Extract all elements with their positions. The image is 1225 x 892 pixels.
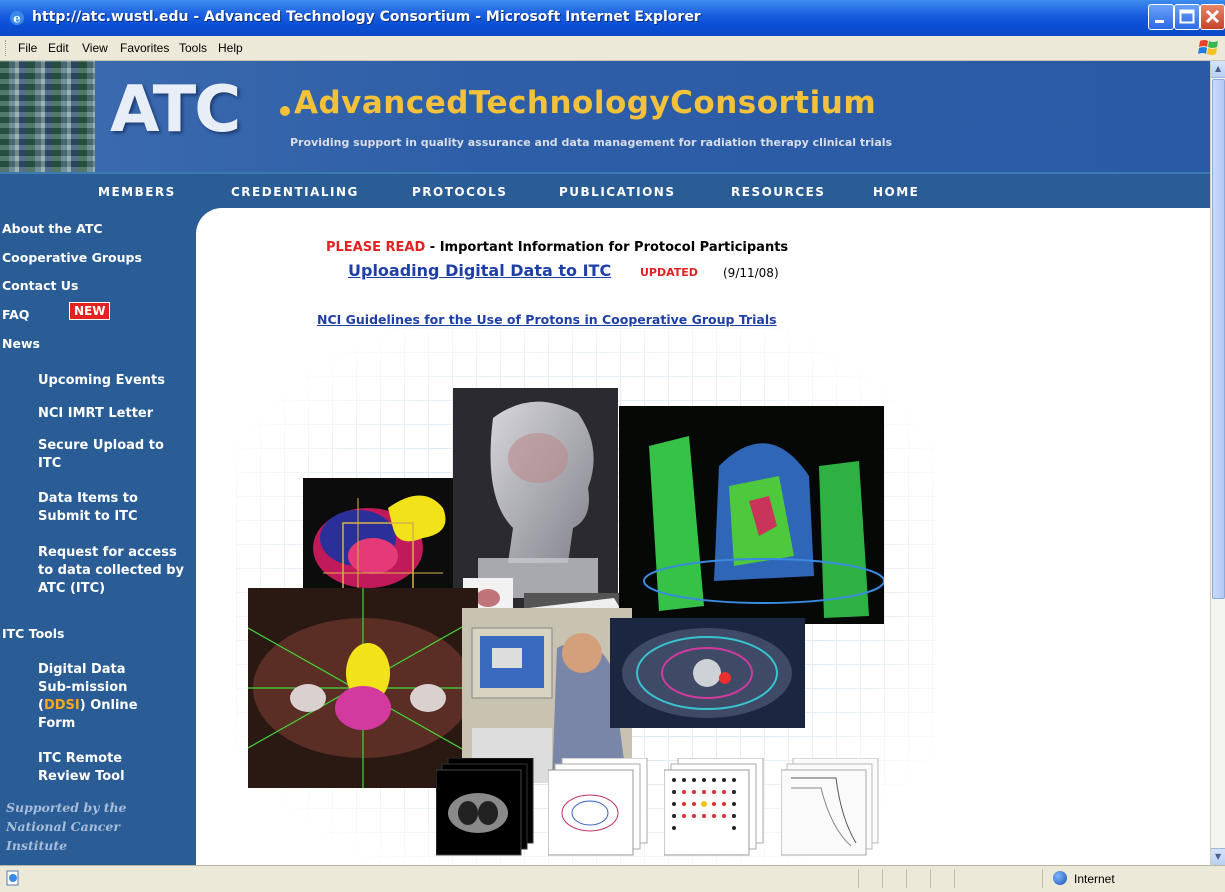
status-bar: Internet bbox=[0, 865, 1225, 892]
banner-tagline: Providing support in quality assurance a… bbox=[290, 136, 893, 149]
scroll-thumb[interactable] bbox=[1212, 79, 1225, 599]
scroll-down-button[interactable]: ▼ bbox=[1211, 848, 1225, 865]
chevron-down-icon: ▼ bbox=[1215, 852, 1222, 861]
sidebar-about[interactable]: About the ATC bbox=[2, 220, 103, 238]
uploading-data-link[interactable]: Uploading Digital Data to ITC bbox=[348, 261, 611, 280]
page-icon bbox=[6, 870, 19, 886]
menu-favorites[interactable]: Favorites bbox=[120, 41, 169, 55]
menu-file[interactable]: File bbox=[18, 41, 37, 55]
nav-members[interactable]: MEMBERS bbox=[98, 185, 176, 199]
internet-explorer-icon: e bbox=[10, 11, 24, 26]
important-info: - Important Information for Protocol Par… bbox=[425, 240, 789, 255]
sidebar-nci-imrt-letter[interactable]: NCI IMRT Letter bbox=[38, 405, 188, 423]
menu-view[interactable]: View bbox=[82, 41, 108, 55]
notice-line: PLEASE READ - Important Information for … bbox=[326, 240, 788, 255]
maximize-button[interactable] bbox=[1174, 4, 1200, 30]
chevron-up-icon: ▲ bbox=[1215, 64, 1222, 73]
windows-logo-icon bbox=[1198, 40, 1218, 55]
sidebar-contact[interactable]: Contact Us bbox=[2, 277, 78, 295]
sidebar-upcoming-events[interactable]: Upcoming Events bbox=[38, 372, 188, 390]
support-note: Supported by the National Cancer Institu… bbox=[6, 800, 127, 853]
sidebar-cooperative-groups[interactable]: Cooperative Groups bbox=[2, 249, 142, 267]
nav-protocols[interactable]: PROTOCOLS bbox=[412, 185, 507, 199]
ct-slice-thumbnail bbox=[436, 758, 541, 858]
ct-dose-overlay-image bbox=[610, 618, 805, 728]
banner-mosaic-overlay bbox=[0, 61, 95, 172]
menu-edit[interactable]: Edit bbox=[48, 41, 69, 55]
window-title: http://atc.wustl.edu - Advanced Technolo… bbox=[32, 9, 701, 25]
please-read: PLEASE READ bbox=[326, 240, 426, 255]
contour-thumbnail bbox=[548, 758, 653, 858]
logo-dot bbox=[280, 106, 290, 116]
status-divider bbox=[1042, 869, 1043, 888]
sidebar: About the ATC Cooperative Groups Contact… bbox=[0, 208, 196, 865]
nav-home[interactable]: HOME bbox=[873, 185, 919, 199]
main-content: PLEASE READ - Important Information for … bbox=[196, 208, 1210, 865]
toolbar-grip[interactable] bbox=[5, 40, 9, 56]
minimize-icon bbox=[1155, 20, 1164, 23]
nav-resources[interactable]: RESOURCES bbox=[731, 185, 825, 199]
sidebar-secure-upload[interactable]: Secure Upload to ITC bbox=[38, 437, 178, 473]
workstation-photo bbox=[462, 608, 632, 783]
atc-logo: ATC bbox=[110, 73, 241, 147]
structures-3d-image bbox=[619, 406, 884, 624]
sidebar-remote-review[interactable]: ITC Remote Review Tool bbox=[38, 750, 148, 786]
close-icon bbox=[1205, 9, 1220, 24]
status-divider bbox=[906, 869, 907, 888]
dose-grid-thumbnail bbox=[664, 758, 769, 858]
menu-tools[interactable]: Tools bbox=[179, 41, 207, 55]
nav-credentialing[interactable]: CREDENTIALING bbox=[231, 185, 359, 199]
new-badge: NEW bbox=[69, 302, 111, 320]
content-panel: PLEASE READ - Important Information for … bbox=[196, 208, 1210, 865]
phantom-head-image bbox=[453, 388, 618, 618]
ddsi-acronym: DDSI bbox=[43, 698, 80, 713]
window-titlebar: e http://atc.wustl.edu - Advanced Techno… bbox=[0, 0, 1225, 37]
maximize-icon bbox=[1179, 9, 1195, 24]
status-divider bbox=[954, 869, 955, 888]
internet-zone-icon bbox=[1053, 871, 1067, 885]
dvh-thumbnail bbox=[781, 758, 886, 858]
updated-label: UPDATED bbox=[640, 266, 698, 279]
status-divider bbox=[882, 869, 883, 888]
menu-bar: File Edit View Favorites Tools Help bbox=[0, 36, 1225, 61]
site-banner: ATC AdvancedTechnologyConsortium Providi… bbox=[0, 61, 1210, 172]
menu-help[interactable]: Help bbox=[218, 41, 243, 55]
main-nav: MEMBERS CREDENTIALING PROTOCOLS PUBLICAT… bbox=[0, 172, 1210, 210]
sidebar-ddsi-form[interactable]: Digital Data Sub-mission (DDSI) Online F… bbox=[38, 661, 148, 733]
nav-publications[interactable]: PUBLICATIONS bbox=[559, 185, 676, 199]
sidebar-request-access[interactable]: Request for access to data collected by … bbox=[38, 544, 188, 598]
updated-date: (9/11/08) bbox=[723, 266, 779, 280]
sidebar-data-items[interactable]: Data Items to Submit to ITC bbox=[38, 490, 168, 526]
consortium-name: AdvancedTechnologyConsortium bbox=[294, 85, 877, 121]
minimize-button[interactable] bbox=[1148, 4, 1174, 30]
status-divider bbox=[858, 869, 859, 888]
sidebar-itc-tools[interactable]: ITC Tools bbox=[2, 625, 64, 643]
sidebar-faq[interactable]: FAQ bbox=[2, 306, 29, 324]
security-zone: Internet bbox=[1074, 872, 1115, 886]
sidebar-news[interactable]: News bbox=[2, 335, 40, 353]
scroll-up-button[interactable]: ▲ bbox=[1211, 61, 1225, 78]
svg-text:e: e bbox=[13, 12, 21, 26]
status-divider bbox=[930, 869, 931, 888]
close-button[interactable] bbox=[1200, 4, 1225, 30]
vertical-scrollbar[interactable]: ▲ ▼ bbox=[1210, 61, 1225, 865]
nci-guidelines-link[interactable]: NCI Guidelines for the Use of Protons in… bbox=[317, 312, 777, 327]
